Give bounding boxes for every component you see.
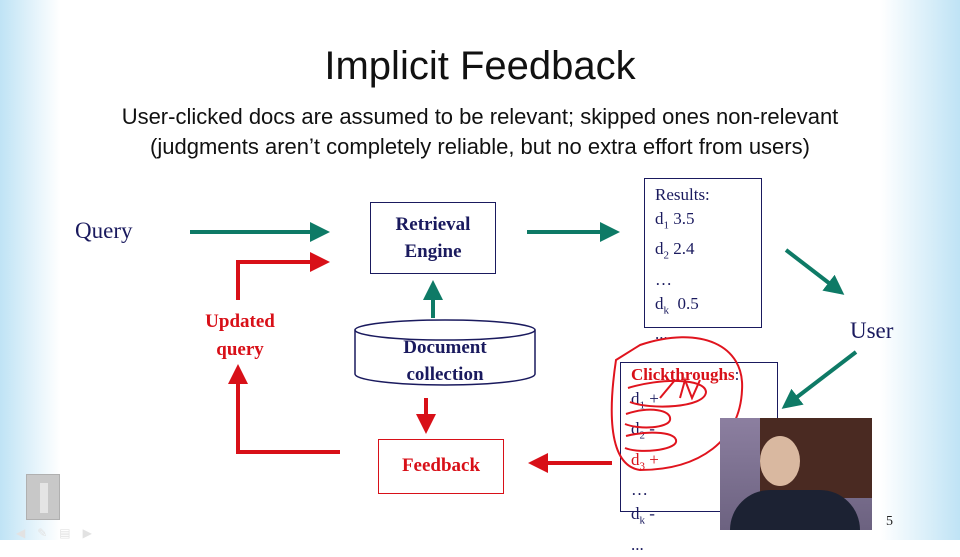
presenter-video: [720, 418, 872, 530]
results-header: Results:: [655, 185, 710, 204]
updated-query-label: Updated query: [190, 308, 290, 364]
presenter-face: [760, 436, 800, 486]
user-to-clickthroughs-arrow: [781, 350, 858, 409]
click-row: d1 +: [631, 389, 659, 412]
result-row: d1 3.5: [655, 209, 695, 232]
result-row: ...: [655, 324, 668, 344]
feedback-loop-arrow: [228, 364, 340, 454]
result-row: d2 2.4: [655, 239, 695, 262]
click-row: ...: [631, 534, 644, 554]
page-number: 5: [886, 514, 893, 529]
presenter-body: [730, 490, 860, 530]
clickthroughs-header: Clickthroughs:: [631, 365, 740, 384]
retrieval-engine-box: Retrieval Engine: [370, 202, 496, 274]
results-to-user-arrow: [784, 248, 845, 295]
feedback-box: Feedback: [378, 439, 504, 494]
slide-nav-controls[interactable]: ◀✎▤▶: [16, 526, 104, 540]
result-row: …: [655, 269, 672, 289]
university-logo: [26, 474, 60, 520]
results-box: Results: d1 3.5 d2 2.4 … dk 0.5 ...: [644, 178, 762, 343]
engine-line-2: Engine: [404, 241, 462, 262]
user-label: User: [850, 318, 894, 343]
collection-line-1: Document: [403, 337, 487, 358]
collection-line-2: collection: [406, 364, 484, 385]
engine-line-1: Retrieval: [395, 214, 471, 235]
updated-line-2: query: [216, 339, 264, 360]
updated-line-1: Updated: [205, 311, 275, 332]
updated-query-arrow: [236, 252, 330, 300]
document-collection-label: Document collection: [353, 334, 537, 388]
query-label: Query: [75, 218, 133, 243]
result-row: dk 0.5: [655, 293, 699, 317]
